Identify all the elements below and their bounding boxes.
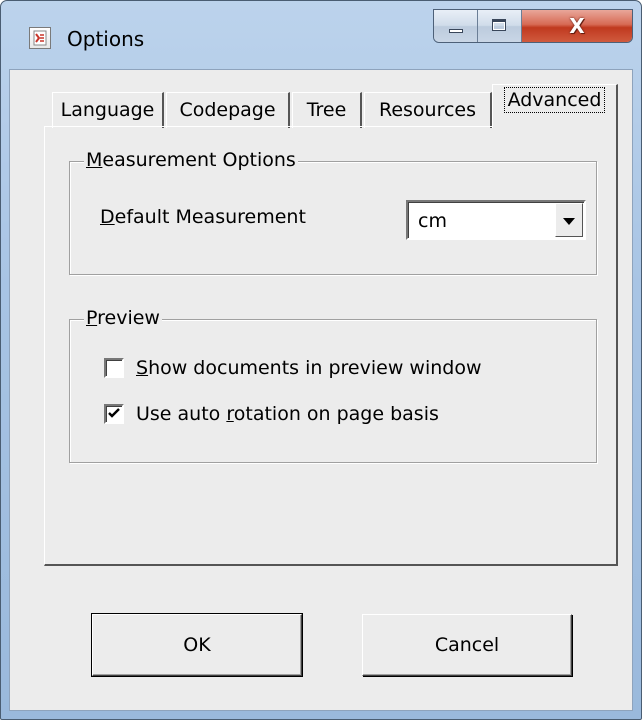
title-bar[interactable]: Options X [1, 1, 641, 69]
legend-text: review [97, 307, 160, 329]
label-text: how documents in preview window [148, 357, 482, 379]
checkmark-icon [108, 408, 120, 418]
auto-rotation-label: Use auto rotation on page basis [136, 403, 439, 425]
label-text: efault Measurement [114, 206, 306, 228]
chevron-down-icon [563, 218, 575, 225]
dialog-client-area: Language Codepage Tree Resources Advance… [9, 69, 633, 711]
mnemonic: P [86, 307, 98, 329]
show-documents-checkbox-row[interactable]: Show documents in preview window [104, 354, 482, 382]
measurement-options-legend: Measurement Options [84, 149, 298, 171]
tab-tree[interactable]: Tree [292, 92, 362, 128]
mnemonic: r [226, 403, 234, 425]
tab-label: Resources [378, 99, 477, 121]
label-text: Use auto [136, 403, 227, 425]
auto-rotation-checkbox[interactable] [104, 404, 124, 424]
tab-label: Advanced [503, 87, 606, 113]
maximize-icon [492, 19, 506, 31]
tab-label: Language [60, 99, 155, 121]
window-controls: X [433, 9, 633, 43]
dropdown-button[interactable] [555, 203, 583, 237]
window-title: Options [67, 27, 145, 51]
mnemonic: D [100, 206, 115, 228]
show-documents-checkbox[interactable] [104, 358, 124, 378]
tab-label: Tree [306, 99, 347, 121]
legend-text: easurement Options [102, 149, 296, 171]
options-dialog: Options X Language Codepage Tree Resourc… [0, 0, 642, 720]
auto-rotation-checkbox-row[interactable]: Use auto rotation on page basis [104, 400, 439, 428]
show-documents-label: Show documents in preview window [136, 357, 482, 379]
maximize-button[interactable] [478, 10, 522, 42]
preview-group: Preview Show documents in preview window… [69, 307, 597, 463]
preview-legend: Preview [84, 307, 162, 329]
close-button[interactable]: X [522, 10, 632, 42]
advanced-tab-panel: Measurement Options Default Measurement … [44, 126, 618, 566]
mnemonic: M [86, 149, 103, 171]
default-measurement-select[interactable]: cm [406, 200, 586, 240]
label-text: otation on page basis [233, 403, 439, 425]
tab-strip: Language Codepage Tree Resources Advance… [10, 70, 632, 130]
default-measurement-label: Default Measurement [100, 206, 306, 228]
ok-button[interactable]: OK [92, 614, 302, 676]
close-icon: X [569, 14, 585, 38]
measurement-options-group: Measurement Options Default Measurement … [69, 149, 597, 275]
tab-label: Codepage [179, 99, 276, 121]
tab-codepage[interactable]: Codepage [166, 92, 290, 128]
app-icon [29, 27, 51, 49]
selected-value: cm [418, 210, 447, 232]
cancel-button[interactable]: Cancel [362, 614, 572, 676]
tab-language[interactable]: Language [52, 92, 164, 128]
minimize-icon [449, 29, 463, 33]
tab-advanced[interactable]: Advanced [492, 84, 618, 128]
tab-resources[interactable]: Resources [364, 92, 492, 128]
minimize-button[interactable] [434, 10, 478, 42]
mnemonic: S [136, 357, 149, 379]
